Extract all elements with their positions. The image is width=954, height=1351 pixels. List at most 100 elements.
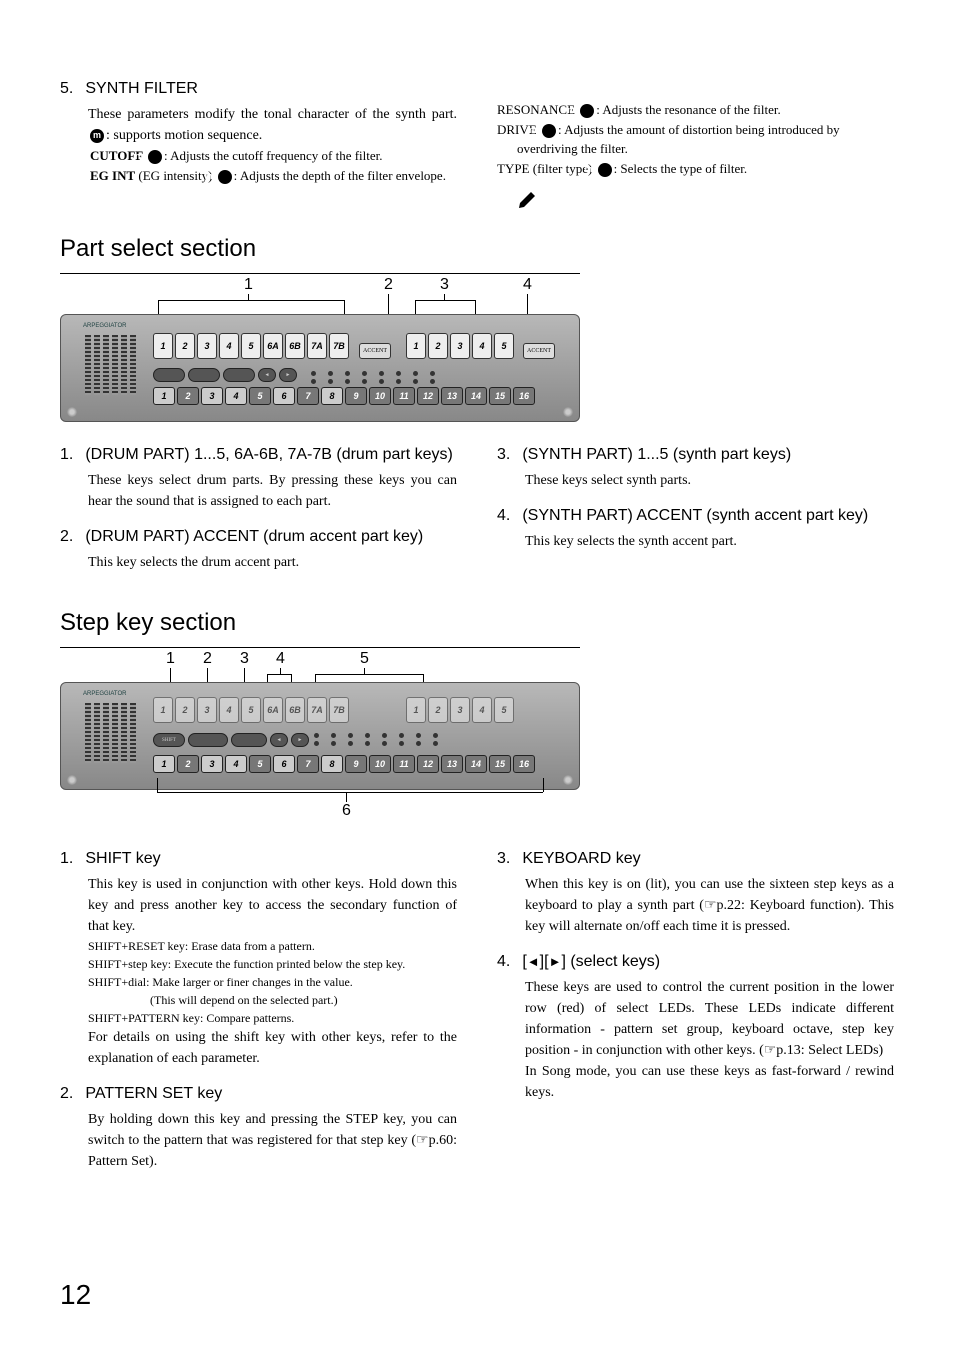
step-key: 10: [369, 755, 391, 773]
page-number: 12: [60, 1279, 91, 1311]
step-key: 13: [441, 755, 463, 773]
shift-button: SHIFT: [153, 733, 185, 747]
item-number: 3.: [497, 850, 510, 868]
part-select-heading: Part select section: [60, 235, 894, 263]
resonance-item: RESONANCE m: Adjusts the resonance of th…: [517, 100, 894, 120]
step-key: 5: [249, 387, 271, 405]
item-number: 2.: [60, 1085, 73, 1103]
drum-accent-key: ACCENT: [359, 343, 391, 359]
type-item: TYPE (filter type) m: Selects the type o…: [517, 159, 894, 179]
item-number: 1.: [60, 446, 73, 464]
item-body: When this key is on (lit), you can use t…: [525, 874, 894, 937]
item-number: 4.: [497, 953, 510, 971]
step-key: 14: [465, 755, 487, 773]
right-arrow-icon: ►: [549, 954, 562, 969]
diagram-label: 2: [384, 276, 393, 294]
synth-part-key: 1: [406, 333, 426, 359]
section-title: SYNTH FILTER: [85, 80, 198, 98]
pencil-icon: [517, 186, 541, 210]
step-key: 3: [201, 755, 223, 773]
keyboard-button: [231, 733, 267, 747]
synth-accent-key: ACCENT: [523, 343, 555, 359]
step-key: 1: [153, 387, 175, 405]
synth-filter-section: 5. SYNTH FILTER These parameters modify …: [60, 80, 894, 215]
drum-part-key: 5: [241, 333, 261, 359]
step-key: 9: [345, 387, 367, 405]
part-select-diagram: 1 2 3 4 ARPEGGIATOR 1 2 3 4 5: [60, 276, 580, 426]
drum-part-key: 2: [175, 333, 195, 359]
item-number: 3.: [497, 446, 510, 464]
step-key: 6: [273, 387, 295, 405]
sub-item: SHIFT+RESET key: Erase data from a patte…: [108, 937, 457, 955]
step-key: 4: [225, 387, 247, 405]
diagram-label: 1: [244, 276, 253, 294]
step-key: 5: [249, 755, 271, 773]
sub-item: SHIFT+PATTERN key: Compare patterns.: [108, 1009, 457, 1027]
item-title: KEYBOARD key: [522, 850, 640, 868]
item-body: For details on using the shift key with …: [88, 1027, 457, 1069]
step-key: 13: [441, 387, 463, 405]
step-key-heading: Step key section: [60, 609, 894, 637]
item-title: (SYNTH PART) 1...5 (synth part keys): [522, 446, 791, 464]
drum-part-key: 7A: [307, 333, 327, 359]
step-key: 7: [297, 755, 319, 773]
select-left: ◄: [270, 733, 288, 747]
item-number: 4.: [497, 507, 510, 525]
item-title: [◄][►] (select keys): [522, 953, 660, 971]
left-arrow-icon: ◄: [527, 954, 540, 969]
item-body: This key selects the synth accent part.: [525, 531, 894, 552]
step-key-diagram: 1 2 3 4 5 ARPEGGIATOR 123456A6B7A7B 1234: [60, 650, 580, 830]
item-title: (SYNTH PART) ACCENT (synth accent part k…: [522, 507, 868, 525]
step-key: 7: [297, 387, 319, 405]
diagram-label: 5: [360, 650, 369, 668]
diagram-label: 4: [523, 276, 532, 294]
drive-item: DRIVE m: Adjusts the amount of distortio…: [517, 120, 894, 159]
item-body: This key is used in conjunction with oth…: [88, 874, 457, 937]
step-key: 6: [273, 755, 295, 773]
synth-part-key: 4: [472, 333, 492, 359]
drum-part-key: 1: [153, 333, 173, 359]
drum-part-key: 3: [197, 333, 217, 359]
motion-icon: m: [598, 163, 612, 177]
step-key-items: 1. SHIFT key This key is used in conjunc…: [60, 850, 894, 1188]
synth-part-key: 5: [494, 333, 514, 359]
item-title: SHIFT key: [85, 850, 160, 868]
item-body: In Song mode, you can use these keys as …: [525, 1061, 894, 1103]
drum-part-key: 4: [219, 333, 239, 359]
diagram-label: 1: [166, 650, 175, 668]
item-number: 1.: [60, 850, 73, 868]
step-key: 12: [417, 387, 439, 405]
step-key: 11: [393, 755, 415, 773]
patternset-indicator: [188, 368, 220, 382]
item-title: (DRUM PART) ACCENT (drum accent part key…: [85, 528, 423, 546]
select-right: ►: [291, 733, 309, 747]
motion-icon: m: [90, 129, 104, 143]
step-key: 2: [177, 387, 199, 405]
intro-text: These parameters modify the tonal charac…: [88, 104, 457, 146]
drum-part-key: 6A: [263, 333, 283, 359]
diagram-label: 3: [440, 276, 449, 294]
item-number: 2.: [60, 528, 73, 546]
step-key: 8: [321, 387, 343, 405]
motion-icon: m: [542, 124, 556, 138]
step-key: 4: [225, 755, 247, 773]
step-key: 1: [153, 755, 175, 773]
item-body: These keys select synth parts.: [525, 470, 894, 491]
step-key: 9: [345, 755, 367, 773]
drum-part-key: 6B: [285, 333, 305, 359]
step-key: 2: [177, 755, 199, 773]
shift-indicator: [153, 368, 185, 382]
item-body: This key selects the drum accent part.: [88, 552, 457, 573]
item-body: These keys are used to control the curre…: [525, 977, 894, 1061]
diagram-label: 4: [276, 650, 285, 668]
left-arrow: ◄: [258, 368, 276, 382]
diagram-label: 3: [240, 650, 249, 668]
motion-icon: m: [148, 150, 162, 164]
step-key: 12: [417, 755, 439, 773]
egint-item: EG INT (EG intensity) m: Adjusts the dep…: [110, 166, 457, 186]
drum-part-key: 7B: [329, 333, 349, 359]
sub-detail: (This will depend on the selected part.): [150, 991, 457, 1009]
motion-icon: m: [580, 104, 594, 118]
motion-icon: m: [218, 170, 232, 184]
synth-part-key: 3: [450, 333, 470, 359]
